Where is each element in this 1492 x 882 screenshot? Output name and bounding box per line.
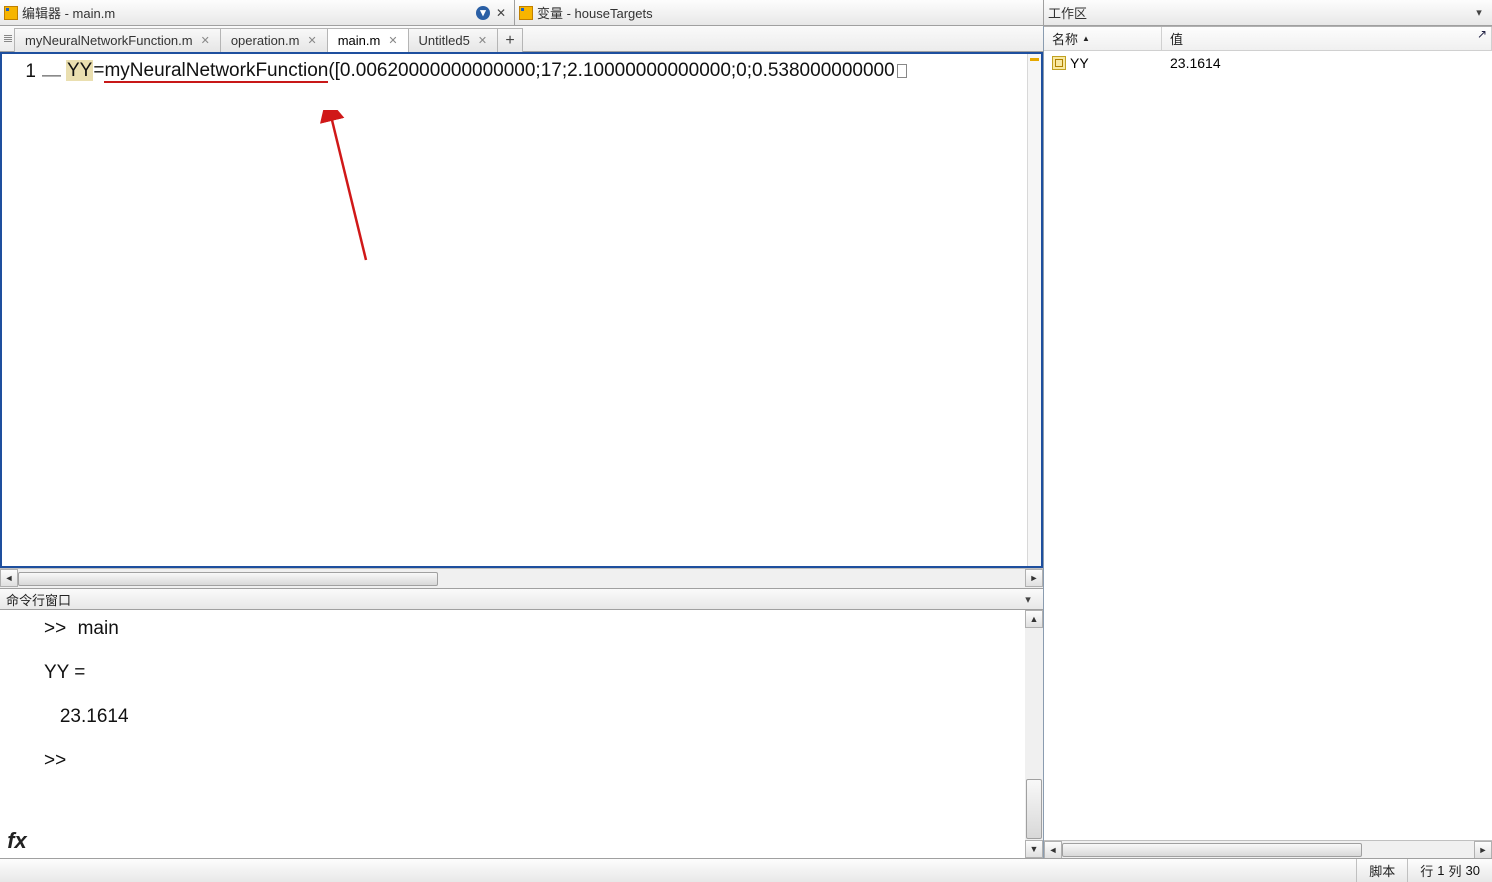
code-editor[interactable]: 1 — YY=myNeuralNetworkFunction([0.006200… bbox=[0, 52, 1043, 568]
tab-close-icon[interactable]: ✕ bbox=[201, 34, 210, 47]
command-window-header: 命令行窗口 ▾ bbox=[0, 588, 1043, 610]
dropdown-button[interactable]: ▾ bbox=[476, 6, 490, 20]
line-number-gutter: 1 bbox=[2, 54, 42, 566]
command-output[interactable]: >> main YY = 23.1614 >> bbox=[34, 610, 1025, 772]
editor-close-button[interactable]: ✕ bbox=[492, 5, 510, 21]
editor-h-scrollbar[interactable]: ◄ ► bbox=[0, 568, 1043, 588]
prompt: >> bbox=[44, 750, 66, 771]
editor-icon bbox=[4, 6, 18, 20]
tab-label: Untitled5 bbox=[419, 33, 470, 48]
annotation-arrow bbox=[306, 110, 386, 270]
cmd-input: main bbox=[78, 618, 119, 639]
workspace-title: 工作区 bbox=[1048, 3, 1470, 22]
variable-icon bbox=[1052, 56, 1066, 70]
tab-label: operation.m bbox=[231, 33, 300, 48]
v-scroll-track[interactable] bbox=[1025, 628, 1043, 778]
tab-close-icon[interactable]: ✕ bbox=[478, 34, 487, 47]
out-line: 23.1614 bbox=[44, 706, 129, 727]
scroll-up-button[interactable]: ▲ bbox=[1025, 610, 1043, 628]
code-arguments: ([0.00620000000000000;17;2.1000000000000… bbox=[328, 60, 894, 81]
tab-label: myNeuralNetworkFunction.m bbox=[25, 33, 193, 48]
minimap-warning-mark bbox=[1030, 58, 1039, 61]
sort-caret-icon: ▲ bbox=[1082, 34, 1090, 43]
h-scroll-track[interactable] bbox=[18, 569, 1025, 588]
editor-minimap[interactable] bbox=[1027, 54, 1041, 566]
fx-prompt-icon[interactable]: fx bbox=[0, 610, 34, 858]
workspace-title-bar: 工作区 ▾ bbox=[1044, 0, 1492, 26]
col-header-name[interactable]: 名称▲ bbox=[1044, 27, 1162, 50]
editor-title: 编辑器 - main.m bbox=[22, 3, 476, 22]
tab-close-icon[interactable]: ✕ bbox=[307, 34, 316, 47]
tab-close-icon[interactable]: ✕ bbox=[388, 34, 397, 47]
tab-label: main.m bbox=[338, 33, 381, 48]
scroll-left-button[interactable]: ◄ bbox=[0, 569, 18, 587]
code-line[interactable]: YY=myNeuralNetworkFunction([0.0062000000… bbox=[56, 54, 1041, 82]
v-scroll-thumb[interactable] bbox=[1026, 779, 1042, 839]
variables-title-bar: 变量 - houseTargets bbox=[515, 0, 1044, 26]
tab-myneuralnetworkfunction[interactable]: myNeuralNetworkFunction.m ✕ bbox=[14, 28, 221, 52]
workspace-h-scrollbar[interactable]: ◄ ► bbox=[1044, 840, 1492, 858]
workspace-columns-header: 名称▲ 值 bbox=[1044, 27, 1492, 51]
scroll-right-button[interactable]: ► bbox=[1474, 841, 1492, 859]
workspace-var-name: YY bbox=[1044, 55, 1162, 71]
command-window[interactable]: fx >> main YY = 23.1614 >> ▲ ▼ bbox=[0, 610, 1043, 858]
status-cursor-position: 行 1 列 30 bbox=[1407, 859, 1492, 882]
code-equals: = bbox=[93, 60, 104, 81]
fold-column[interactable]: — bbox=[42, 54, 56, 566]
col-header-value[interactable]: 值 bbox=[1162, 27, 1492, 50]
truncation-indicator bbox=[897, 64, 907, 78]
editor-title-bar: 编辑器 - main.m ▾ ✕ bbox=[0, 0, 515, 26]
command-v-scrollbar[interactable]: ▲ ▼ bbox=[1025, 610, 1043, 858]
code-variable: YY bbox=[66, 60, 93, 81]
status-col-value: 30 bbox=[1466, 863, 1480, 878]
command-window-title: 命令行窗口 bbox=[6, 590, 1019, 609]
tab-untitled5[interactable]: Untitled5 ✕ bbox=[408, 28, 499, 52]
scroll-left-button[interactable]: ◄ bbox=[1044, 841, 1062, 859]
out-line: YY = bbox=[44, 662, 85, 683]
scroll-right-button[interactable]: ► bbox=[1025, 569, 1043, 587]
h-scroll-thumb[interactable] bbox=[1062, 843, 1362, 857]
workspace-var-value: 23.1614 bbox=[1162, 55, 1492, 71]
h-scroll-thumb[interactable] bbox=[18, 572, 438, 586]
code-function-name: myNeuralNetworkFunction bbox=[104, 60, 328, 83]
status-row-label: 行 bbox=[1420, 861, 1433, 880]
workspace-body[interactable]: YY 23.1614 bbox=[1044, 51, 1492, 840]
status-bar: 脚本 行 1 列 30 bbox=[0, 858, 1492, 882]
scroll-down-button[interactable]: ▼ bbox=[1025, 840, 1043, 858]
line-number: 1 bbox=[25, 61, 36, 82]
tab-main[interactable]: main.m ✕ bbox=[327, 28, 409, 52]
status-row-value: 1 bbox=[1437, 863, 1444, 878]
variables-icon bbox=[519, 6, 533, 20]
status-script: 脚本 bbox=[1356, 859, 1407, 882]
tab-operation[interactable]: operation.m ✕ bbox=[220, 28, 328, 52]
variables-title: 变量 - houseTargets bbox=[537, 3, 1039, 22]
restore-arrow-icon[interactable]: ↗ bbox=[1474, 26, 1490, 42]
workspace-row[interactable]: YY 23.1614 bbox=[1044, 51, 1492, 75]
workspace-panel: 名称▲ 值 YY 23.1614 ◄ ► bbox=[1044, 26, 1492, 858]
editor-tabs: myNeuralNetworkFunction.m✕ operation.m✕ … bbox=[0, 26, 1043, 52]
prompt: >> bbox=[44, 618, 66, 639]
workspace-menu-button[interactable]: ▾ bbox=[1470, 5, 1488, 21]
status-col-label: 列 bbox=[1449, 861, 1462, 880]
command-window-menu-button[interactable]: ▾ bbox=[1019, 591, 1037, 607]
h-scroll-track[interactable] bbox=[1062, 841, 1474, 858]
tab-drag-handle[interactable] bbox=[4, 26, 12, 51]
new-tab-button[interactable]: + bbox=[497, 28, 523, 52]
